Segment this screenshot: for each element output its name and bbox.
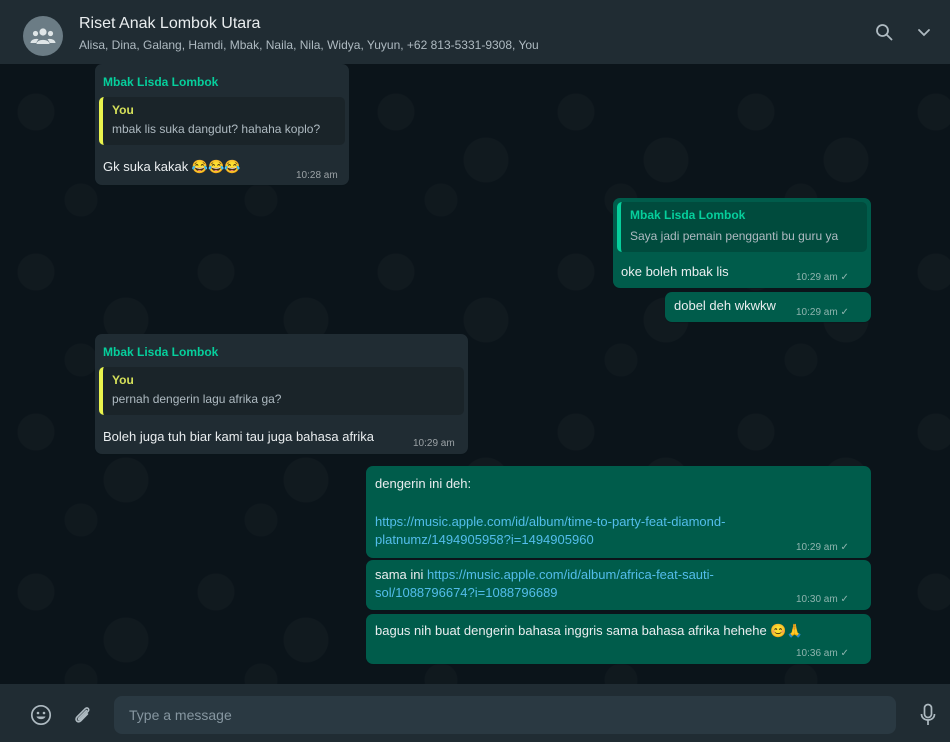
group-members[interactable]: Alisa, Dina, Galang, Hamdi, Mbak, Naila,… (79, 38, 539, 52)
incoming-message[interactable]: Mbak Lisda Lombok You pernah dengerin la… (95, 334, 468, 454)
quoted-text: pernah dengerin lagu afrika ga? (112, 392, 282, 406)
message-time: 10:30 am ✓ (796, 594, 849, 605)
message-time: 10:29 am (413, 438, 455, 449)
message-time: 10:29 am ✓ (796, 542, 849, 553)
sent-check-icon: ✓ (840, 307, 849, 318)
attach-icon[interactable] (70, 703, 94, 727)
sent-check-icon: ✓ (840, 542, 849, 553)
chevron-down-icon[interactable] (914, 22, 934, 42)
search-icon[interactable] (874, 22, 894, 42)
quoted-text: Saya jadi pemain pengganti bu guru ya (630, 229, 839, 243)
message-text: Boleh juga tuh biar kami tau juga bahasa… (103, 429, 375, 444)
message-input[interactable] (114, 696, 896, 734)
quoted-message[interactable]: Mbak Lisda Lombok Saya jadi pemain pengg… (617, 202, 867, 252)
message-list[interactable]: Mbak Lisda Lombok You mbak lis suka dang… (0, 64, 950, 684)
message-text: Gk suka kakak 😂😂😂 (103, 159, 241, 174)
sender-name: Mbak Lisda Lombok (103, 75, 219, 89)
quoted-text: mbak lis suka dangdut? hahaha koplo? (112, 122, 321, 136)
sender-name: Mbak Lisda Lombok (103, 345, 219, 359)
message-link[interactable]: https://music.apple.com/id/album/africa-… (427, 567, 714, 582)
quoted-message[interactable]: You mbak lis suka dangdut? hahaha koplo? (99, 97, 345, 145)
composer-bar (0, 684, 950, 742)
outgoing-message[interactable]: dengerin ini deh: https://music.apple.co… (366, 466, 871, 558)
quoted-sender: You (112, 373, 134, 387)
message-time: 10:29 am ✓ (796, 307, 849, 318)
message-time: 10:29 am ✓ (796, 272, 849, 283)
message-text: oke boleh mbak lis (621, 264, 729, 279)
sent-check-icon: ✓ (840, 648, 849, 659)
microphone-icon[interactable] (916, 703, 940, 727)
quoted-sender: You (112, 103, 134, 117)
group-avatar-icon[interactable] (23, 16, 63, 56)
emoji-icon[interactable] (29, 703, 53, 727)
outgoing-message[interactable]: dobel deh wkwkw 10:29 am ✓ (665, 292, 871, 322)
message-link[interactable]: https://music.apple.com/id/album/time-to… (375, 514, 725, 529)
message-link[interactable]: platnumz/1494905958?i=1494905960 (375, 532, 594, 547)
message-text: dengerin ini deh: (375, 476, 472, 491)
message-text: sama ini https://music.apple.com/id/albu… (375, 567, 714, 582)
message-text: dobel deh wkwkw (674, 298, 776, 313)
sent-check-icon: ✓ (840, 594, 849, 605)
group-title[interactable]: Riset Anak Lombok Utara (79, 15, 260, 33)
message-link[interactable]: sol/1088796674?i=1088796689 (375, 585, 558, 600)
quoted-message[interactable]: You pernah dengerin lagu afrika ga? (99, 367, 464, 415)
chat-header[interactable]: Riset Anak Lombok Utara Alisa, Dina, Gal… (0, 0, 950, 64)
incoming-message[interactable]: Mbak Lisda Lombok You mbak lis suka dang… (95, 64, 349, 185)
outgoing-message[interactable]: Mbak Lisda Lombok Saya jadi pemain pengg… (613, 198, 871, 288)
message-time: 10:28 am (296, 170, 338, 181)
message-time: 10:36 am ✓ (796, 648, 849, 659)
sent-check-icon: ✓ (840, 272, 849, 283)
message-text: bagus nih buat dengerin bahasa inggris s… (375, 623, 803, 638)
quoted-sender: Mbak Lisda Lombok (630, 208, 746, 222)
whatsapp-window: Riset Anak Lombok Utara Alisa, Dina, Gal… (0, 0, 950, 742)
outgoing-message[interactable]: sama ini https://music.apple.com/id/albu… (366, 560, 871, 610)
outgoing-message[interactable]: bagus nih buat dengerin bahasa inggris s… (366, 614, 871, 664)
